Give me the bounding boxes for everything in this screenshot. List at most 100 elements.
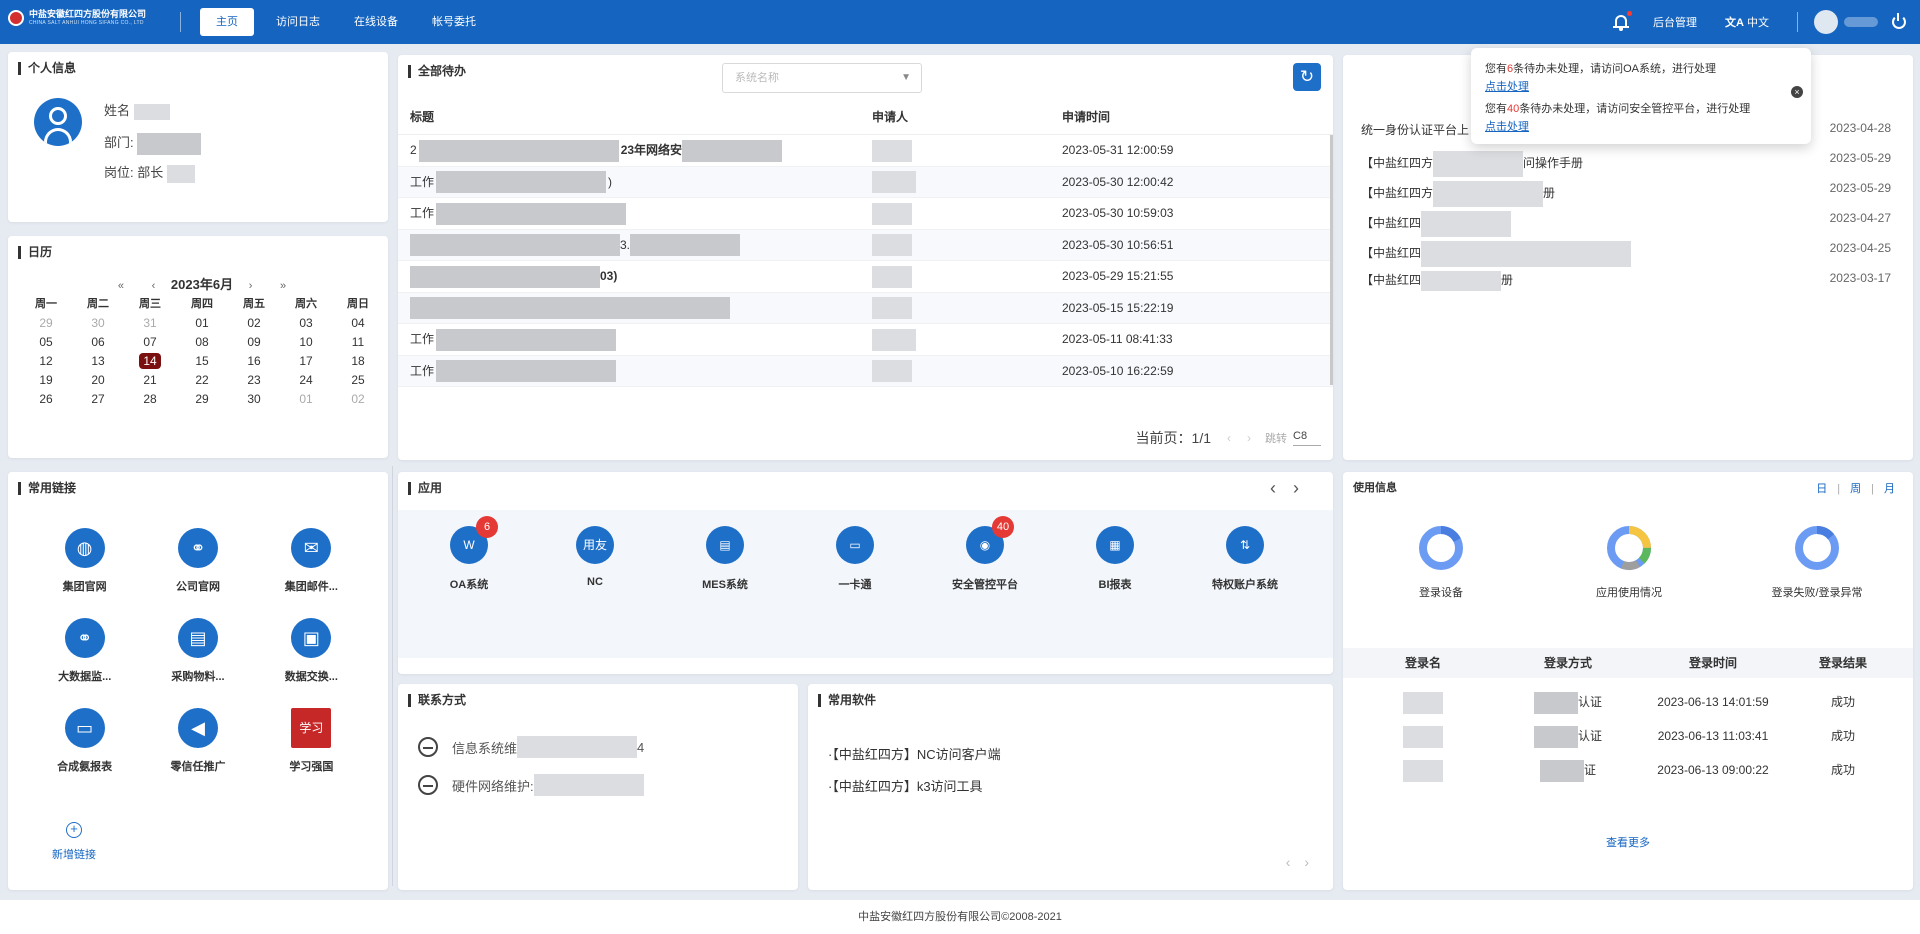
next-page-button[interactable]: › (1247, 431, 1251, 445)
calendar-day[interactable]: 08 (176, 334, 228, 350)
table-row[interactable]: 3. 2023-05-30 10:56:51 (398, 229, 1333, 261)
calendar-day-today[interactable]: 14 (139, 353, 161, 369)
app-one-card[interactable]: ▭ 一卡通 (800, 526, 910, 592)
notice-item[interactable]: 【中盐红四 2023-04-25 (1361, 241, 1891, 267)
calendar-day[interactable]: 12 (20, 353, 72, 369)
calendar-day[interactable]: 11 (332, 334, 384, 350)
calendar-day[interactable]: 02 (228, 315, 280, 331)
calendar-day[interactable]: 01 (176, 315, 228, 331)
link-zero-trust[interactable]: ◀ 零信任推广 (141, 708, 254, 774)
app-privileged-account[interactable]: ⇅ 特权账户系统 (1190, 526, 1300, 592)
tab-week[interactable]: 周 (1850, 483, 1861, 495)
calendar-day[interactable]: 01 (280, 391, 332, 407)
calendar-day[interactable]: 21 (124, 372, 176, 388)
app-nc[interactable]: 用友 NC (540, 526, 650, 588)
calendar-day[interactable]: 05 (20, 334, 72, 350)
scrollbar[interactable] (1330, 135, 1333, 385)
chevron-right-icon[interactable]: › (1304, 854, 1309, 870)
calendar-day[interactable]: 31 (124, 315, 176, 331)
link-group-website[interactable]: ◍ 集团官网 (28, 528, 141, 594)
table-row[interactable]: 2023-05-15 15:22:19 (398, 292, 1333, 324)
link-group-mail[interactable]: ✉ 集团邮件... (255, 528, 368, 594)
link-purchase-material[interactable]: ▤ 采购物料... (141, 618, 254, 684)
link-ammonia-report[interactable]: ▭ 合成氨报表 (28, 708, 141, 774)
calendar-day[interactable]: 03 (280, 315, 332, 331)
next-year-button[interactable]: » (280, 280, 286, 292)
chevron-left-icon[interactable]: ‹ (1270, 478, 1276, 498)
notice-item[interactable]: 【中盐红四 2023-04-27 (1361, 211, 1891, 237)
notice-item[interactable]: 【中盐红四册 2023-03-17 (1361, 271, 1891, 291)
calendar-day[interactable]: 28 (124, 391, 176, 407)
app-security-control[interactable]: ◉ 40 安全管控平台 (930, 516, 1040, 592)
language-switch[interactable]: 文A 中文 (1725, 14, 1769, 30)
calendar-day[interactable]: 07 (124, 334, 176, 350)
table-row[interactable]: 03) 2023-05-29 15:21:55 (398, 261, 1333, 293)
calendar-day[interactable]: 06 (72, 334, 124, 350)
user-avatar[interactable] (1814, 10, 1838, 34)
close-icon[interactable]: × (1791, 86, 1803, 98)
calendar-day[interactable]: 02 (332, 391, 384, 407)
calendar-day[interactable]: 10 (280, 334, 332, 350)
calendar-day[interactable]: 04 (332, 315, 384, 331)
calendar-day[interactable]: 24 (280, 372, 332, 388)
calendar-day[interactable]: 15 (176, 353, 228, 369)
calendar-day[interactable]: 27 (72, 391, 124, 407)
nav-home[interactable]: 主页 (200, 8, 254, 36)
calendar-day[interactable]: 22 (176, 372, 228, 388)
calendar-day[interactable]: 19 (20, 372, 72, 388)
calendar-day[interactable]: 30 (72, 315, 124, 331)
admin-link[interactable]: 后台管理 (1653, 14, 1697, 30)
chevron-right-icon[interactable]: › (1293, 478, 1299, 498)
table-row[interactable]: 工作) 2023-05-30 12:00:42 (398, 166, 1333, 198)
app-mes[interactable]: ▤ MES系统 (670, 526, 780, 592)
table-row[interactable]: 工作 2023-05-11 08:41:33 (398, 324, 1333, 356)
software-item[interactable]: ·【中盐红四方】k3访问工具 (828, 776, 983, 795)
view-more-link[interactable]: 查看更多 (1343, 834, 1913, 850)
prev-year-button[interactable]: « (118, 280, 124, 292)
notice-item[interactable]: 【中盐红四方册 2023-05-29 (1361, 181, 1891, 207)
donut-app-usage[interactable]: 应用使用情况 (1549, 524, 1709, 600)
calendar-day[interactable]: 09 (228, 334, 280, 350)
nav-online-devices[interactable]: 在线设备 (342, 8, 410, 36)
tab-month[interactable]: 月 (1884, 483, 1895, 495)
handle-link[interactable]: 点击处理 (1485, 118, 1529, 134)
calendar-day[interactable]: 13 (72, 353, 124, 369)
system-name-select[interactable]: 系统名称 ▼ (722, 63, 922, 93)
calendar-day[interactable]: 29 (176, 391, 228, 407)
nav-account-delegation[interactable]: 帐号委托 (420, 8, 488, 36)
software-item[interactable]: ·【中盐红四方】NC访问客户端 (828, 744, 1001, 763)
link-bigdata-monitor[interactable]: ⚭ 大数据监... (28, 618, 141, 684)
add-link-button[interactable]: + 新增链接 (52, 822, 96, 862)
table-row[interactable]: 2 23年网络安 2023-05-31 12:00:59 (398, 135, 1333, 167)
table-row[interactable]: 工作 2023-05-30 10:59:03 (398, 198, 1333, 230)
calendar-day[interactable]: 25 (332, 372, 384, 388)
calendar-day[interactable]: 20 (72, 372, 124, 388)
nav-access-log[interactable]: 访问日志 (264, 8, 332, 36)
calendar-day[interactable]: 18 (332, 353, 384, 369)
prev-page-button[interactable]: ‹ (1227, 431, 1231, 445)
calendar-day[interactable]: 17 (280, 353, 332, 369)
link-company-website[interactable]: ⚭ 公司官网 (141, 528, 254, 594)
chevron-left-icon[interactable]: ‹ (1286, 854, 1291, 870)
handle-link[interactable]: 点击处理 (1485, 78, 1529, 94)
calendar-day[interactable]: 16 (228, 353, 280, 369)
power-icon[interactable] (1892, 13, 1906, 29)
table-row[interactable]: 工作 2023-05-10 16:22:59 (398, 355, 1333, 387)
notice-item[interactable]: 【中盐红四方 问操作手册 2023-05-29 (1361, 151, 1891, 177)
company-logo[interactable]: 中盐安徽红四方股份有限公司 CHINA SALT ANHUI HONG SIFA… (8, 10, 146, 26)
app-oa[interactable]: W6 OA系统 (414, 516, 524, 592)
tab-day[interactable]: 日 (1816, 483, 1827, 495)
link-xuexi[interactable]: 学习 学习强国 (255, 708, 368, 774)
donut-login-failures[interactable]: 登录失败/登录异常 (1737, 524, 1897, 600)
calendar-day[interactable]: 29 (20, 315, 72, 331)
calendar-day[interactable]: 30 (228, 391, 280, 407)
jump-input[interactable]: C8 (1293, 430, 1321, 446)
donut-login-devices[interactable]: 登录设备 (1361, 524, 1521, 600)
link-data-exchange[interactable]: ▣ 数据交换... (255, 618, 368, 684)
calendar-day[interactable]: 26 (20, 391, 72, 407)
calendar-day[interactable]: 23 (228, 372, 280, 388)
refresh-button[interactable]: ↻ (1293, 63, 1321, 91)
bell-icon[interactable] (1613, 11, 1633, 31)
app-bi-report[interactable]: ▦ BI报表 (1060, 526, 1170, 592)
prev-month-button[interactable]: ‹ (152, 280, 156, 292)
